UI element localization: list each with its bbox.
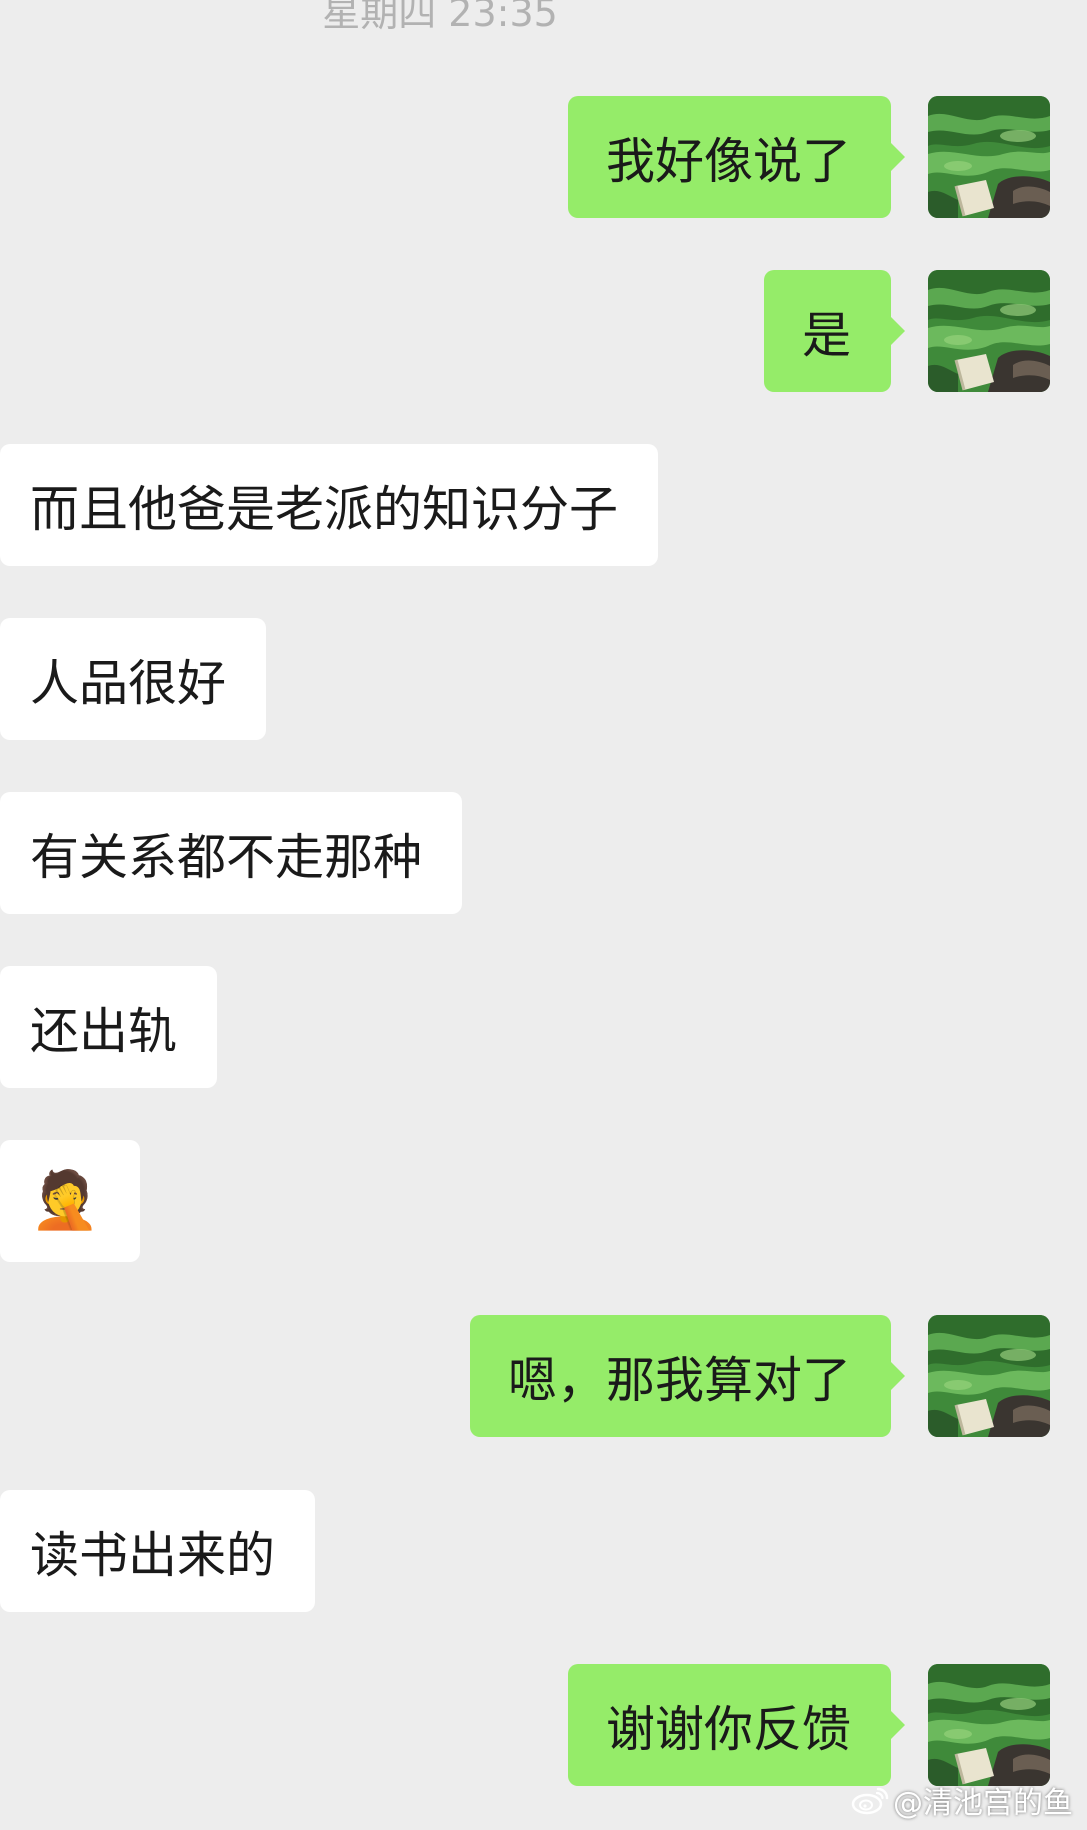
message-bubble-sent[interactable]: 是: [763, 270, 906, 392]
avatar[interactable]: [928, 1664, 1050, 1786]
message-text: 还出轨: [30, 1002, 178, 1060]
message-bubble-sent[interactable]: 谢谢你反馈: [567, 1664, 906, 1786]
message-text: 谢谢你反馈: [605, 1700, 851, 1758]
message-text: 有关系都不走那种: [30, 828, 423, 886]
weibo-icon: [851, 1785, 889, 1815]
message-bubble-received[interactable]: 有关系都不走那种: [0, 792, 463, 914]
face-palm-emoji: 🤦: [30, 1168, 100, 1233]
message-bubble-received[interactable]: 而且他爸是老派的知识分子: [0, 444, 659, 566]
message-text: 读书出来的: [30, 1526, 276, 1584]
watermark-text: @清池宫的鱼: [893, 1786, 1073, 1821]
message-bubble-received[interactable]: 🤦: [0, 1140, 140, 1262]
timestamp: 星期四 23:35: [322, 0, 558, 35]
avatar[interactable]: [928, 270, 1050, 392]
message-text: 是: [801, 306, 851, 364]
message-bubble-received[interactable]: 读书出来的: [0, 1490, 316, 1612]
avatar[interactable]: [928, 1315, 1050, 1437]
watermark: @清池宫的鱼: [851, 1778, 1073, 1822]
message-bubble-received[interactable]: 人品很好: [0, 618, 267, 740]
message-bubble-received[interactable]: 还出轨: [0, 966, 218, 1088]
message-bubble-sent[interactable]: 我好像说了: [567, 96, 906, 218]
message-text: 我好像说了: [605, 132, 851, 190]
avatar[interactable]: [928, 96, 1050, 218]
message-text: 而且他爸是老派的知识分子: [30, 480, 619, 538]
message-text: 人品很好: [30, 654, 227, 712]
message-text: 嗯，那我算对了: [507, 1351, 851, 1409]
message-bubble-sent[interactable]: 嗯，那我算对了: [469, 1315, 906, 1437]
